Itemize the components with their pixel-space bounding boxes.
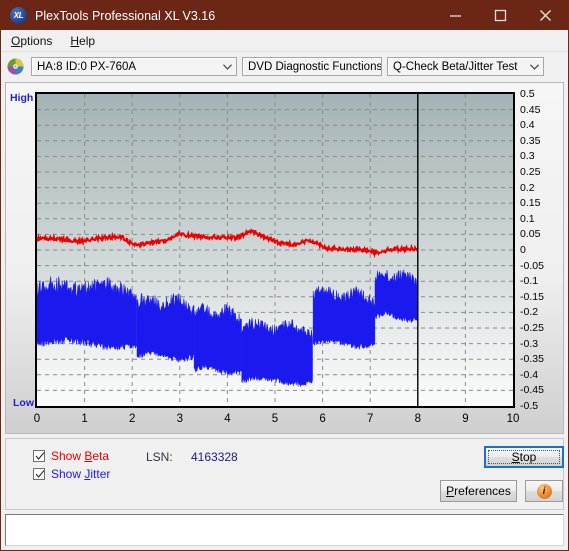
axis-label-high: High [10,92,34,104]
x-tick-label: 5 [271,413,279,425]
y-tick-label: 0.2 [520,181,535,194]
y-tick-label: -0.5 [520,400,539,412]
window-title: PlexTools Professional XL V3.16 [35,8,216,23]
y-tick-label: -0.05 [520,259,544,272]
drive-select-value: HA:8 ID:0 PX-760A [37,60,137,73]
show-jitter-row[interactable]: Show Jitter [33,467,110,481]
show-beta-row[interactable]: Show Beta [33,449,109,463]
window-controls [433,1,568,30]
drive-select[interactable]: HA:8 ID:0 PX-760A [31,57,237,76]
stop-button[interactable]: Stop [484,446,564,468]
x-tick-label: 3 [176,413,183,425]
axis-label-low: Low [13,397,34,409]
show-jitter-label: Show Jitter [51,467,111,481]
chart-panel: High Low 0.5 0.45 0.4 0.35 0.3 0.25 0.2 0.15 0.1… [5,82,564,434]
test-select-value: Q-Check Beta/Jitter Test [393,60,518,73]
title-bar: XL PlexTools Professional XL V3.16 [1,1,568,30]
y-tick-label: 0.4 [520,119,535,132]
menu-bar: Options Help [1,30,568,52]
preferences-button-label: Preferences [446,484,511,498]
x-tick-label: 1 [81,413,88,425]
menu-item-help[interactable]: Help [67,33,104,49]
beta-jitter-plot [37,94,513,406]
y-tick-label: 0.5 [520,88,535,100]
test-select[interactable]: Q-Check Beta/Jitter Test [387,57,544,76]
y-tick-label: 0.05 [520,228,541,241]
info-button[interactable]: i [525,480,563,502]
options-panel: Show Beta Show Jitter LSN: 4163328 Stop … [5,438,564,510]
y-tick-label: -0.2 [520,306,539,319]
x-tick-label: 7 [366,413,374,425]
show-jitter-checkbox[interactable] [33,468,45,480]
show-beta-label: Show Beta [51,449,110,463]
toolbar: HA:8 ID:0 PX-760A DVD Diagnostic Functio… [1,52,568,81]
function-select-value: DVD Diagnostic Functions [248,60,382,73]
stop-button-label: Stop [511,450,537,464]
x-tick-label: 2 [128,413,136,425]
maximize-icon[interactable] [478,1,523,30]
y-tick-label: -0.45 [520,384,544,397]
show-beta-checkbox[interactable] [33,450,45,462]
y-tick-label: -0.15 [520,290,544,303]
y-tick-label: -0.1 [520,275,539,288]
y-tick-label: 0.3 [520,150,535,163]
x-tick-label: 10 [506,413,520,425]
stop-button-inner: Stop [488,450,560,464]
x-tick-label: 6 [319,413,326,425]
y-tick-label: 0 [520,244,526,256]
menu-item-options[interactable]: Options [8,33,61,49]
minimize-icon[interactable] [433,1,478,30]
function-select[interactable]: DVD Diagnostic Functions [242,57,382,76]
y-tick-label: 0.15 [520,197,541,210]
y-tick-label: -0.4 [520,368,539,381]
chevron-down-icon[interactable] [219,63,236,70]
application-window: XL PlexTools Professional XL V3.16 Optio… [0,0,569,551]
y-tick-label: -0.35 [520,353,544,366]
optical-disc-icon [7,58,24,75]
x-tick-label: 4 [224,413,231,425]
y-tick-label: 0.45 [520,103,541,116]
status-bar [5,514,564,546]
xl-logo-icon: XL [10,7,27,24]
info-icon: i [536,483,552,499]
y-tick-label: 0.25 [520,166,541,178]
x-tick-label: 8 [414,413,421,425]
lsn-label: LSN: [146,450,173,464]
y-tick-label: 0.1 [520,212,535,225]
close-icon[interactable] [523,1,568,30]
y-tick-label: -0.25 [520,322,544,334]
y-tick-label: -0.3 [520,337,539,350]
plot-area [35,92,515,408]
x-tick-label: 9 [462,413,469,425]
x-tick-label: 0 [33,413,41,425]
menu-item-help-label: elp [79,33,96,48]
chevron-down-icon[interactable] [526,63,543,70]
lsn-value: 4163328 [191,450,238,464]
menu-item-options-label: ptions [20,33,53,48]
y-tick-label: 0.35 [520,134,541,147]
preferences-button[interactable]: Preferences [440,480,517,502]
